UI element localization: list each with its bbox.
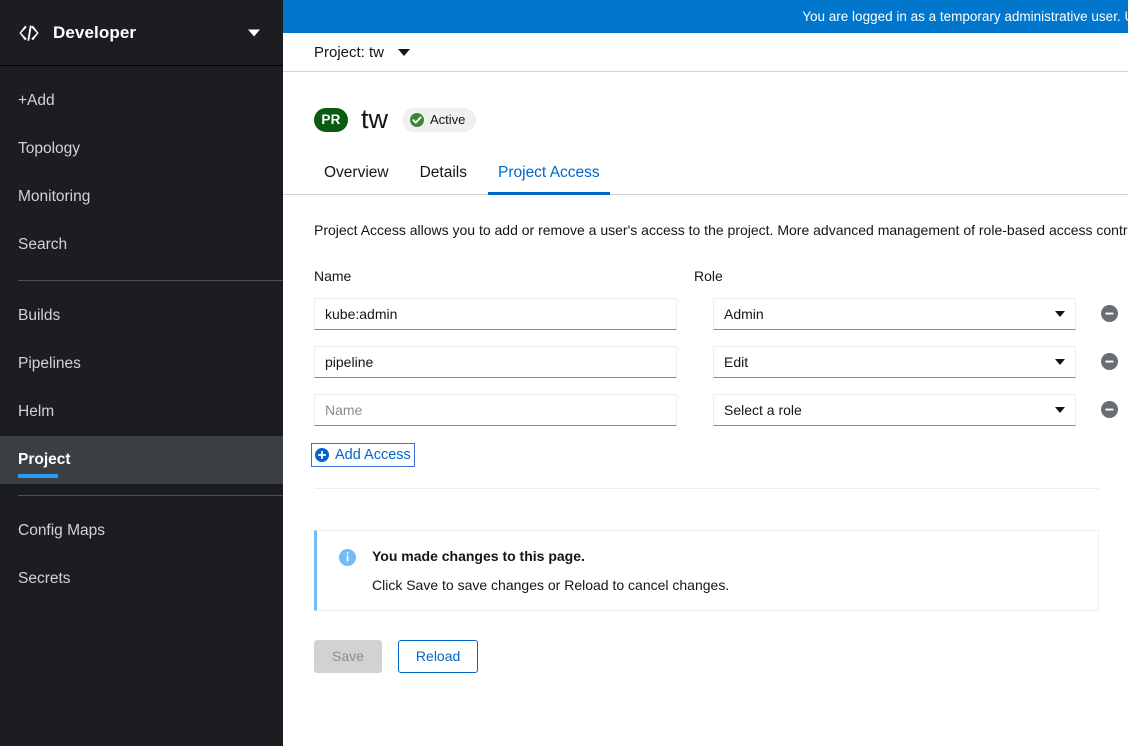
- alert-description: Click Save to save changes or Reload to …: [372, 576, 730, 593]
- main-content: You are logged in as a temporary adminis…: [283, 0, 1128, 746]
- access-row: Admin: [314, 297, 1128, 330]
- sidebar-nav: +Add Topology Monitoring Search Builds P…: [0, 66, 283, 603]
- role-select-value: Select a role: [724, 401, 802, 418]
- sidebar-item-label: Builds: [18, 307, 61, 324]
- sidebar-item-label: Search: [18, 236, 68, 253]
- tab-project-access[interactable]: Project Access: [488, 164, 610, 195]
- plus-circle-icon: [315, 447, 329, 462]
- column-headers: Name Role: [314, 268, 1128, 284]
- sidebar: Developer +Add Topology Monitoring Searc…: [0, 0, 283, 746]
- sidebar-item-label: Pipelines: [18, 355, 81, 372]
- sidebar-item-topology[interactable]: Topology: [0, 125, 283, 173]
- sidebar-item-config-maps[interactable]: Config Maps: [0, 507, 283, 555]
- role-select[interactable]: Edit: [713, 345, 1076, 378]
- access-form: Name Role Admin: [311, 268, 1128, 489]
- code-icon: [18, 24, 40, 42]
- page-title: tw: [361, 104, 388, 134]
- sidebar-item-helm[interactable]: Helm: [0, 388, 283, 436]
- panel-description: Project Access allows you to add or remo…: [314, 222, 1128, 238]
- add-access-label: Add Access: [335, 446, 411, 463]
- resource-type-badge: PR: [314, 107, 348, 132]
- project-selector-bar: Project: tw: [283, 33, 1128, 72]
- sidebar-item-project[interactable]: Project: [0, 436, 283, 484]
- role-select-wrapper: Admin: [713, 297, 1076, 330]
- perspective-label: Developer: [53, 22, 137, 42]
- sidebar-item-search[interactable]: Search: [0, 221, 283, 269]
- perspective-switcher[interactable]: Developer: [0, 0, 283, 66]
- save-button[interactable]: Save: [314, 639, 382, 673]
- chevron-down-icon[interactable]: [398, 48, 411, 56]
- sidebar-divider: [18, 495, 283, 496]
- role-select[interactable]: Select a role: [713, 393, 1076, 426]
- name-input[interactable]: [314, 297, 677, 330]
- banner-text: You are logged in as a temporary adminis…: [802, 9, 1128, 24]
- role-select-value: Admin: [724, 305, 764, 322]
- remove-access-button[interactable]: [1101, 353, 1118, 371]
- sidebar-item-label: Helm: [18, 403, 55, 420]
- status-badge-label: Active: [430, 112, 466, 127]
- add-access-button[interactable]: Add Access: [311, 442, 415, 467]
- section-divider: [314, 487, 1099, 489]
- form-actions: Save Reload: [314, 639, 1128, 673]
- sidebar-item-builds[interactable]: Builds: [0, 292, 283, 340]
- openshift-console-page: Developer +Add Topology Monitoring Searc…: [0, 0, 1128, 746]
- name-input[interactable]: [314, 345, 677, 378]
- tab-label: Project Access: [498, 164, 600, 181]
- column-header-role: Role: [694, 267, 723, 284]
- alert-title: You made changes to this page.: [372, 547, 585, 564]
- tab-details[interactable]: Details: [410, 164, 477, 194]
- chevron-down-icon: [248, 29, 260, 36]
- info-circle-icon: [339, 548, 356, 566]
- tab-overview[interactable]: Overview: [314, 164, 399, 194]
- sidebar-item-label: Monitoring: [18, 188, 91, 205]
- project-access-panel: Project Access allows you to add or remo…: [283, 195, 1128, 673]
- access-row: Edit: [314, 345, 1128, 378]
- name-input[interactable]: [314, 393, 677, 426]
- sidebar-item-monitoring[interactable]: Monitoring: [0, 173, 283, 221]
- role-select-wrapper: Select a role: [713, 393, 1076, 426]
- sidebar-item-add[interactable]: +Add: [0, 77, 283, 125]
- sidebar-item-label: +Add: [18, 92, 55, 109]
- role-select-wrapper: Edit: [713, 345, 1076, 378]
- sidebar-divider: [18, 280, 283, 281]
- remove-access-button[interactable]: [1101, 305, 1118, 323]
- tab-label: Overview: [324, 164, 389, 181]
- unsaved-changes-alert: You made changes to this page. Click Sav…: [314, 529, 1099, 611]
- check-circle-icon: [410, 112, 424, 127]
- tab-label: Details: [419, 164, 467, 181]
- column-header-name: Name: [314, 267, 352, 284]
- temporary-admin-banner: You are logged in as a temporary adminis…: [283, 0, 1128, 33]
- sidebar-item-label: Project: [18, 451, 71, 468]
- status-badge: Active: [402, 107, 477, 132]
- tab-bar: Overview Details Project Access: [283, 151, 1128, 195]
- sidebar-item-secrets[interactable]: Secrets: [0, 555, 283, 603]
- role-select-value: Edit: [724, 353, 749, 370]
- sidebar-item-label: Topology: [18, 140, 81, 157]
- role-select[interactable]: Admin: [713, 297, 1076, 330]
- access-row: Select a role: [314, 393, 1128, 426]
- sidebar-item-label: Secrets: [18, 570, 71, 587]
- project-selector-label[interactable]: Project: tw: [314, 44, 384, 61]
- reload-button[interactable]: Reload: [397, 639, 479, 673]
- sidebar-item-label: Config Maps: [18, 522, 106, 539]
- sidebar-active-indicator: [18, 474, 58, 478]
- sidebar-item-pipelines[interactable]: Pipelines: [0, 340, 283, 388]
- remove-access-button[interactable]: [1101, 401, 1118, 419]
- page-header: PR tw Active: [283, 72, 1128, 151]
